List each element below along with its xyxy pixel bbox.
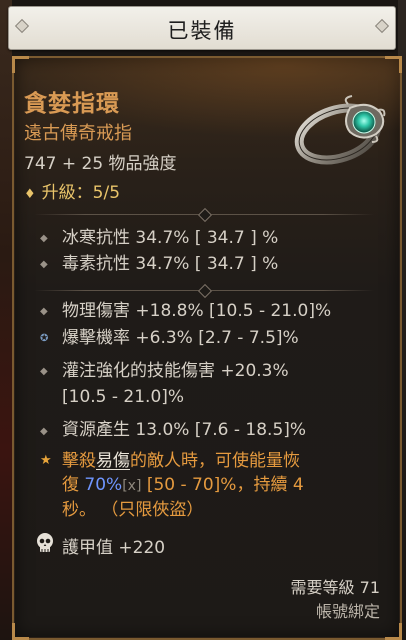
- stat-bullet-icon: ◆: [40, 233, 48, 244]
- legendary-power-text: 擊殺易傷的敵人時，可使能量恢 復 70%[x] [50 - 70]%，持續 4 …: [62, 451, 304, 520]
- affix-line: 物理傷害 +18.8% [10.5 - 21.0]%: [62, 301, 332, 321]
- equipped-title: 已裝備: [167, 19, 237, 43]
- resistance-line: 毒素抗性 34.7% [ 34.7 ] %: [62, 254, 279, 274]
- section-divider: [34, 207, 374, 223]
- greater-affix-icon: ✪: [40, 333, 49, 344]
- frame-corner: [385, 623, 402, 640]
- legendary-power-star-icon: ★: [40, 453, 52, 468]
- affix-line: 爆擊機率 +6.3% [2.7 - 7.5]%: [62, 328, 299, 348]
- upgrade-text: 升級：5/5: [41, 183, 121, 203]
- stat-bullet-icon: ◆: [40, 306, 48, 317]
- affix-line: 資源產生 13.0% [7.6 - 18.5]%: [62, 420, 307, 440]
- frame-corner: [12, 623, 29, 640]
- section-divider: [34, 283, 374, 299]
- upgrade-diamond-icon: ♦: [24, 187, 36, 202]
- item-name: 貪婪指環: [24, 91, 120, 117]
- resistance-line: 冰寒抗性 34.7% [ 34.7 ] %: [62, 228, 279, 248]
- keyword-vulnerable[interactable]: 易傷: [96, 451, 130, 471]
- stat-bullet-icon: ◆: [40, 426, 48, 437]
- affix-line-cont: [10.5 - 21.0]%: [62, 387, 185, 407]
- affix-line: 灌注強化的技能傷害 +20.3%: [62, 361, 289, 381]
- item-type: 遠古傳奇戒指: [24, 123, 132, 144]
- power-value: 70%: [84, 475, 123, 495]
- equipped-header: 已裝備: [8, 6, 396, 50]
- frame-corner: [385, 56, 402, 73]
- frame-corner: [12, 56, 29, 73]
- stat-bullet-icon: ◆: [40, 366, 48, 377]
- stat-bullet-icon: ◆: [40, 259, 48, 270]
- upgrade-status: ♦ 升級：5/5: [24, 178, 120, 203]
- account-bound: 帳號綁定: [315, 602, 380, 621]
- item-power: 747 + 25 物品強度: [24, 154, 177, 174]
- legendary-ring-icon: [294, 95, 386, 165]
- armor-value: 護甲值 +220: [62, 538, 166, 558]
- background-edge: [0, 0, 12, 640]
- required-level: 需要等級 71: [290, 578, 380, 597]
- skull-armor-icon: [37, 533, 53, 552]
